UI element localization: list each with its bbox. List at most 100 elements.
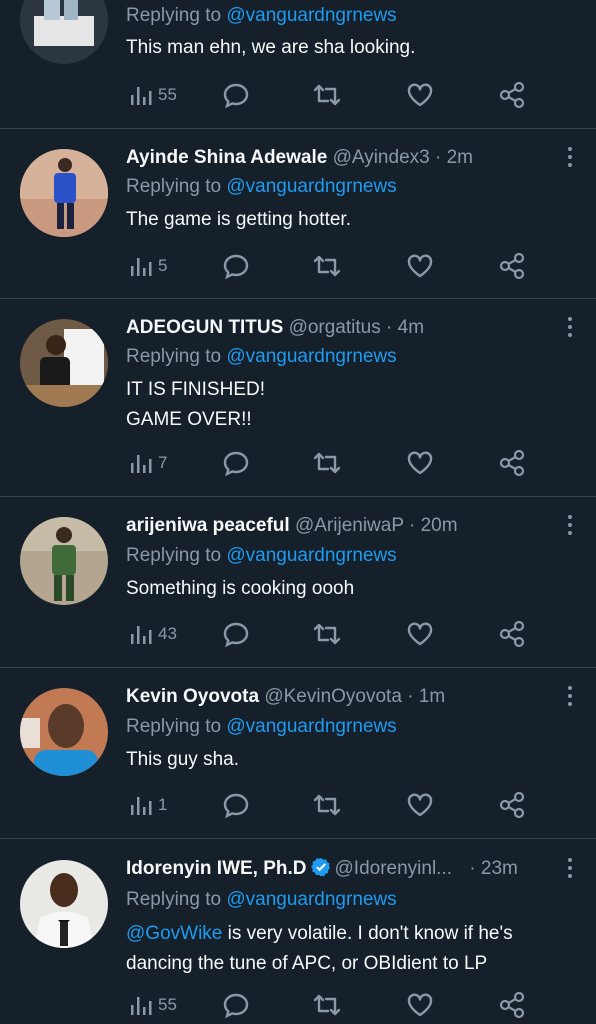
retweet-button[interactable] (312, 790, 342, 820)
share-button[interactable] (498, 619, 526, 649)
reply-button[interactable] (222, 990, 250, 1020)
action-bar: 43 (126, 619, 526, 649)
replying-to-mention[interactable]: @vanguardngrnews (226, 346, 396, 367)
heart-icon (407, 451, 433, 475)
like-button[interactable] (406, 990, 434, 1020)
avatar[interactable] (20, 517, 108, 605)
views-count: 55 (158, 995, 177, 1014)
tweet-text-line: GAME OVER!! (126, 409, 252, 430)
like-button[interactable] (406, 790, 434, 820)
retweet-icon (313, 84, 341, 106)
user-handle[interactable]: @KevinOyovota (264, 686, 402, 707)
more-options-icon[interactable] (566, 686, 574, 710)
timestamp[interactable]: 1m (419, 686, 445, 707)
retweet-button[interactable] (312, 251, 342, 281)
separator-dot: · (386, 317, 393, 338)
timestamp[interactable]: 2m (447, 147, 473, 168)
share-icon (499, 620, 525, 648)
avatar[interactable] (20, 688, 108, 776)
more-options-icon[interactable] (566, 147, 574, 171)
timestamp[interactable]: 20m (421, 515, 458, 536)
reply-button[interactable] (222, 448, 250, 478)
divider (0, 496, 596, 497)
replying-to: Replying to @vanguardngrnews (126, 887, 397, 913)
replying-to-mention[interactable]: @vanguardngrnews (226, 5, 396, 26)
retweet-icon (313, 994, 341, 1016)
tweet[interactable]: ADEOGUN TITUS @orgatitus · 4m Replying t… (0, 315, 596, 496)
timestamp[interactable]: 23m (481, 858, 518, 879)
reply-button[interactable] (222, 619, 250, 649)
reply-button[interactable] (222, 80, 250, 110)
display-name[interactable]: Idorenyin IWE, Ph.D (126, 858, 307, 879)
replying-prefix: Replying to (126, 545, 222, 566)
retweet-icon (313, 452, 341, 474)
views-count: 55 (158, 85, 177, 104)
analytics-icon (131, 258, 152, 276)
replying-to: Replying to @vanguardngrnews (126, 344, 397, 370)
share-button[interactable] (498, 990, 526, 1020)
retweet-button[interactable] (312, 448, 342, 478)
like-button[interactable] (406, 251, 434, 281)
like-button[interactable] (406, 448, 434, 478)
separator-dot: · (469, 858, 476, 879)
tweet-text-line: Something is cooking oooh (126, 578, 355, 599)
share-button[interactable] (498, 251, 526, 281)
views-button[interactable]: 55 (130, 80, 177, 110)
avatar[interactable] (20, 149, 108, 237)
avatar[interactable] (20, 860, 108, 948)
more-options-icon[interactable] (566, 515, 574, 539)
share-button[interactable] (498, 80, 526, 110)
tweet-header: Idorenyin IWE, Ph.D @Idorenyinl... · 23m (126, 856, 556, 882)
replying-to-mention[interactable]: @vanguardngrnews (226, 545, 396, 566)
replying-to-mention[interactable]: @vanguardngrnews (226, 716, 396, 737)
tweet[interactable]: Replying to @vanguardngrnews This man eh… (0, 0, 596, 128)
user-handle[interactable]: @orgatitus (289, 317, 381, 338)
views-button[interactable]: 7 (130, 448, 167, 478)
timestamp[interactable]: 4m (398, 317, 424, 338)
retweet-button[interactable] (312, 990, 342, 1020)
views-count: 1 (158, 795, 168, 814)
share-button[interactable] (498, 790, 526, 820)
tweet[interactable]: arijeniwa peaceful @ArijeniwaP · 20m Rep… (0, 513, 596, 667)
tweet[interactable]: Idorenyin IWE, Ph.D @Idorenyinl... · 23m … (0, 856, 596, 1024)
user-handle[interactable]: @ArijeniwaP (295, 515, 404, 536)
replying-to-mention[interactable]: @vanguardngrnews (226, 176, 396, 197)
share-icon (499, 791, 525, 819)
avatar[interactable] (20, 0, 108, 64)
tweet-mention[interactable]: @GovWike (126, 923, 222, 944)
replying-to: Replying to @vanguardngrnews (126, 543, 397, 569)
more-options-icon[interactable] (566, 858, 574, 882)
like-button[interactable] (406, 80, 434, 110)
like-button[interactable] (406, 619, 434, 649)
display-name[interactable]: Ayinde Shina Adewale (126, 147, 327, 168)
action-bar: 55 (126, 80, 526, 110)
share-button[interactable] (498, 448, 526, 478)
retweet-icon (313, 255, 341, 277)
share-icon (499, 991, 525, 1019)
avatar[interactable] (20, 319, 108, 407)
views-button[interactable]: 43 (130, 619, 177, 649)
tweet[interactable]: Kevin Oyovota @KevinOyovota · 1m Replyin… (0, 684, 596, 838)
reply-button[interactable] (222, 251, 250, 281)
reply-button[interactable] (222, 790, 250, 820)
replying-to-mention[interactable]: @vanguardngrnews (226, 889, 396, 910)
display-name[interactable]: Kevin Oyovota (126, 686, 259, 707)
replying-prefix: Replying to (126, 346, 222, 367)
views-button[interactable]: 55 (130, 990, 177, 1020)
tweet[interactable]: Ayinde Shina Adewale @Ayindex3 · 2m Repl… (0, 145, 596, 298)
user-handle[interactable]: @Idorenyinl... (335, 858, 453, 879)
user-handle[interactable]: @Ayindex3 (333, 147, 430, 168)
retweet-button[interactable] (312, 80, 342, 110)
replying-to: Replying to @vanguardngrnews (126, 174, 397, 200)
views-button[interactable]: 5 (130, 251, 167, 281)
display-name[interactable]: arijeniwa peaceful (126, 515, 290, 536)
more-options-icon[interactable] (566, 317, 574, 341)
tweet-text-line: dancing the tune of APC, or OBIdient to … (126, 953, 488, 974)
tweet-text: The game is getting hotter. (126, 205, 566, 235)
retweet-button[interactable] (312, 619, 342, 649)
tweet-text-line: IT IS FINISHED! (126, 379, 266, 400)
views-button[interactable]: 1 (130, 790, 167, 820)
display-name[interactable]: ADEOGUN TITUS (126, 317, 283, 338)
tweet-text: Something is cooking oooh (126, 574, 566, 604)
reply-icon (223, 622, 249, 648)
